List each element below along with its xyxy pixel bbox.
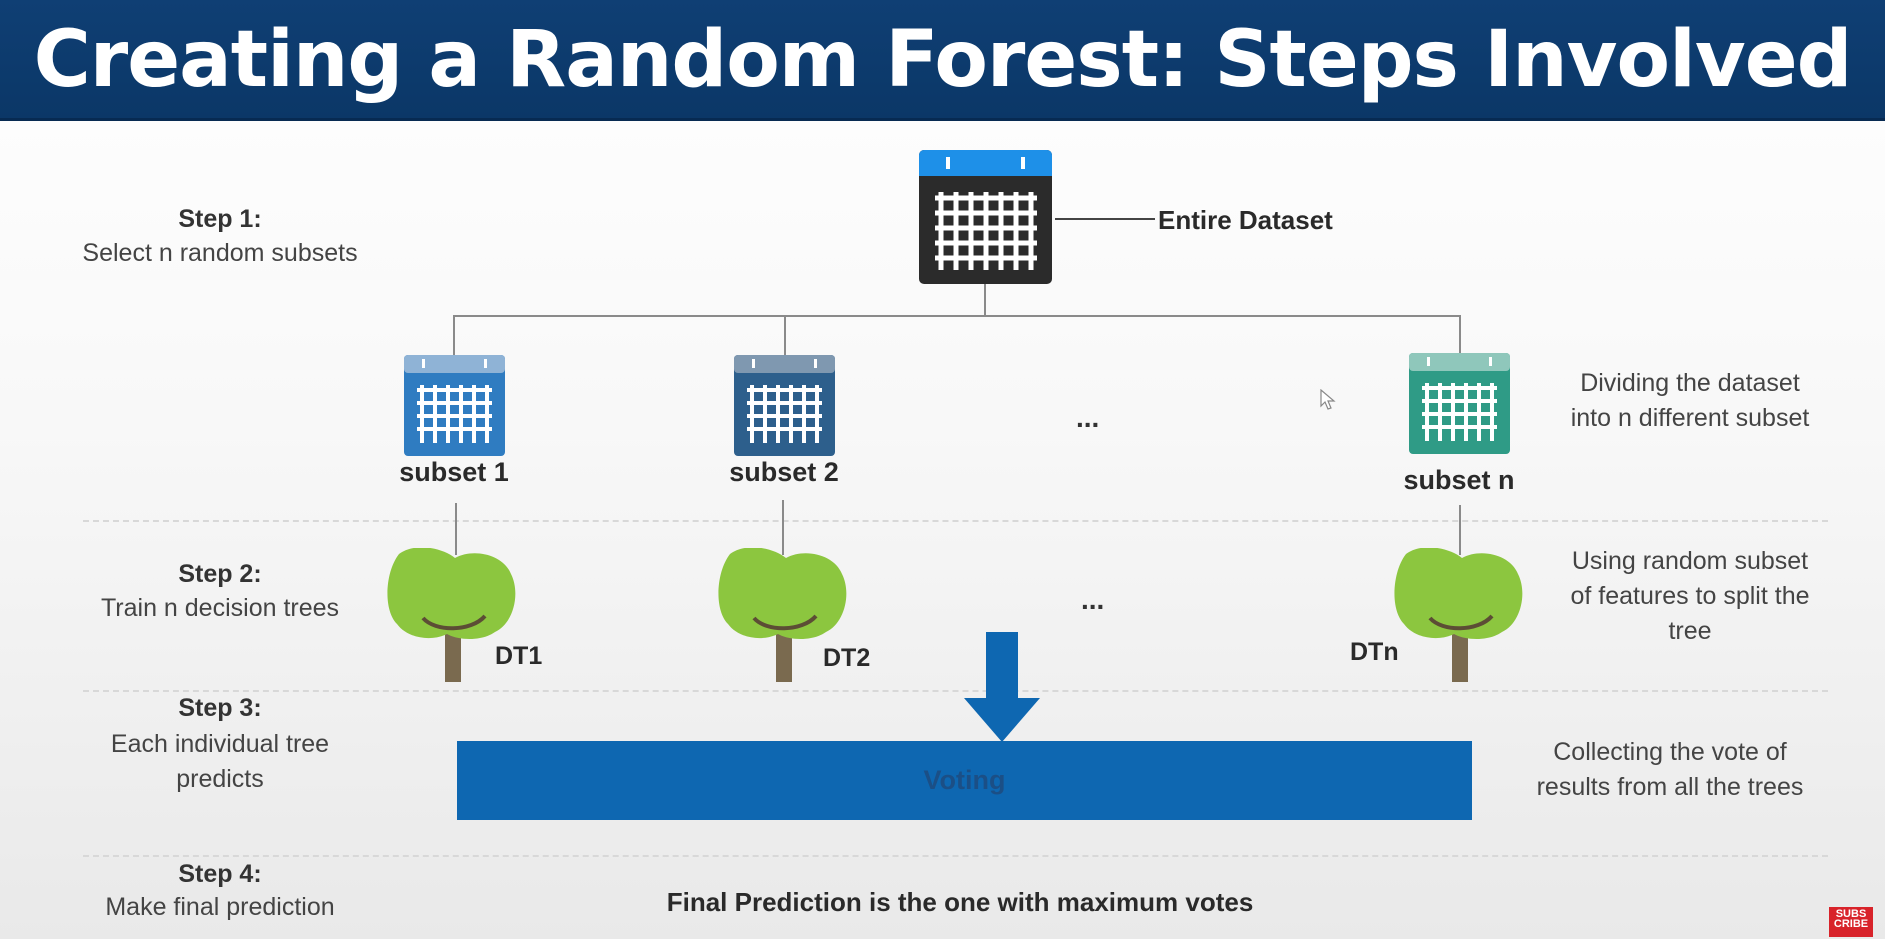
connector-line xyxy=(453,315,1460,317)
step3-desc-line1: Each individual tree xyxy=(110,730,330,758)
tree-n-label: DTn xyxy=(1350,638,1399,666)
note-features: Using random subset of features to split… xyxy=(1530,544,1850,649)
subscribe-badge[interactable]: SUBS CRIBE xyxy=(1829,907,1873,937)
step1-title: Step 1: xyxy=(178,205,262,233)
note-collecting: Collecting the vote of results from all … xyxy=(1500,735,1840,805)
separator xyxy=(83,855,1828,857)
note-dividing-line1: Dividing the dataset xyxy=(1580,369,1800,397)
voting-label: Voting xyxy=(923,765,1006,795)
tree-1-label: DT1 xyxy=(495,642,543,670)
final-prediction-text: Final Prediction is the one with maximum… xyxy=(666,887,1254,917)
tree-2-label: DT2 xyxy=(823,644,871,672)
note-features-line2: of features to split the xyxy=(1570,582,1810,610)
note-dividing-line2: into n different subset xyxy=(1570,404,1810,432)
voting-bar: Voting xyxy=(457,741,1472,820)
page-title: Creating a Random Forest: Steps Involved xyxy=(33,15,1853,105)
subset-2-icon xyxy=(734,355,835,456)
down-arrow-icon xyxy=(964,632,1040,742)
note-features-line3: tree xyxy=(1668,617,1712,645)
connector-line xyxy=(1459,315,1461,355)
note-collecting-line1: Collecting the vote of xyxy=(1553,738,1787,766)
subset-2-label: subset 2 xyxy=(729,457,839,487)
subset-n-icon xyxy=(1409,353,1510,454)
separator xyxy=(83,690,1828,692)
title-banner: Creating a Random Forest: Steps Involved xyxy=(0,0,1885,121)
entire-dataset-label: Entire Dataset xyxy=(1158,205,1333,235)
tree-n-icon xyxy=(1394,548,1523,682)
connector-line xyxy=(782,500,784,555)
mouse-cursor-icon xyxy=(1320,389,1336,410)
subset-n-label: subset n xyxy=(1403,465,1515,495)
step2-title: Step 2: xyxy=(178,560,262,588)
subset-1-label: subset 1 xyxy=(399,457,509,487)
separator xyxy=(83,520,1828,522)
connector-line xyxy=(784,315,786,355)
step3-title: Step 3: xyxy=(178,694,262,722)
step4-title: Step 4: xyxy=(178,860,262,888)
dataset-pointer-line xyxy=(1055,218,1155,220)
step3-desc: Each individual tree predicts xyxy=(40,727,400,797)
note-dividing: Dividing the dataset into n different su… xyxy=(1530,366,1850,436)
connector-line xyxy=(984,284,986,316)
step4-desc: Make final prediction xyxy=(105,893,335,921)
step1-desc: Select n random subsets xyxy=(82,239,358,267)
tree-ellipsis: ... xyxy=(1081,584,1105,615)
subset-1-icon xyxy=(404,355,505,456)
step2-desc: Train n decision trees xyxy=(100,594,340,622)
note-features-line1: Using random subset xyxy=(1571,547,1809,575)
step3-desc-line2: predicts xyxy=(176,765,264,793)
note-collecting-line2: results from all the trees xyxy=(1536,773,1804,801)
connector-line xyxy=(453,315,455,355)
subset-ellipsis: ... xyxy=(1076,402,1100,433)
subscribe-line2: CRIBE xyxy=(1833,918,1869,930)
entire-dataset-icon xyxy=(919,150,1052,284)
